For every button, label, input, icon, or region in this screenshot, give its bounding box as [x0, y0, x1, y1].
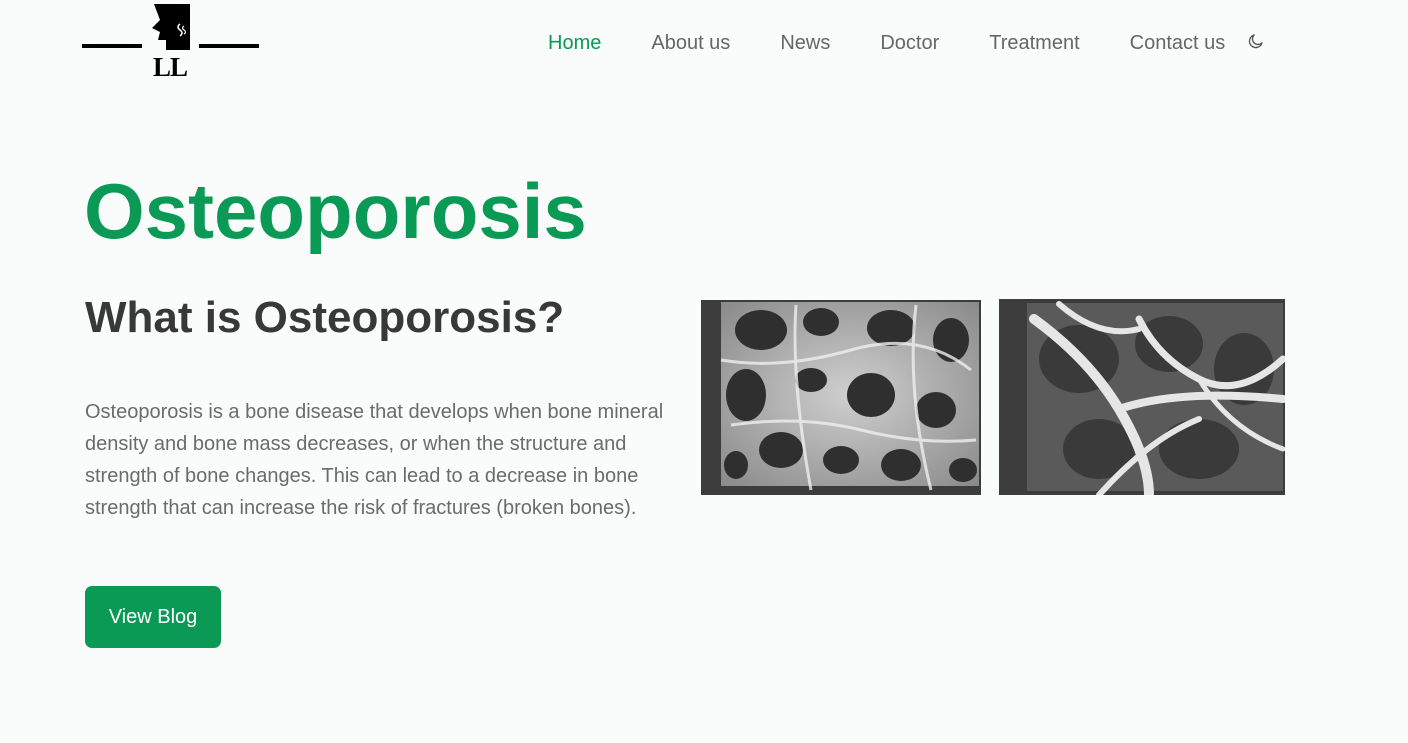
nav-doctor[interactable]: Doctor — [880, 30, 939, 56]
nav-treatment[interactable]: Treatment — [989, 30, 1079, 56]
view-blog-button[interactable]: View Blog — [85, 586, 221, 648]
moon-icon[interactable] — [1247, 32, 1265, 50]
nav-about-us[interactable]: About us — [651, 30, 730, 56]
section-description: Osteoporosis is a bone disease that deve… — [85, 401, 664, 519]
page-title: Osteoporosis — [84, 167, 587, 255]
osteoporotic-bone-image — [999, 299, 1285, 495]
logo-letters: LL — [152, 52, 188, 82]
nav-news[interactable]: News — [780, 30, 830, 56]
site-logo[interactable]: LL — [80, 2, 260, 84]
logo-head-icon — [152, 4, 190, 50]
normal-bone-image — [701, 300, 981, 495]
logo-line-left — [82, 44, 142, 48]
section-heading: What is Osteoporosis? — [85, 293, 565, 342]
logo-line-right — [199, 44, 259, 48]
page: LL Home About us News Doctor Treatment C… — [0, 0, 1408, 743]
main-nav: Home About us News Doctor Treatment Cont… — [548, 30, 1265, 56]
nav-home[interactable]: Home — [548, 30, 601, 56]
nav-contact-us[interactable]: Contact us — [1130, 30, 1226, 56]
